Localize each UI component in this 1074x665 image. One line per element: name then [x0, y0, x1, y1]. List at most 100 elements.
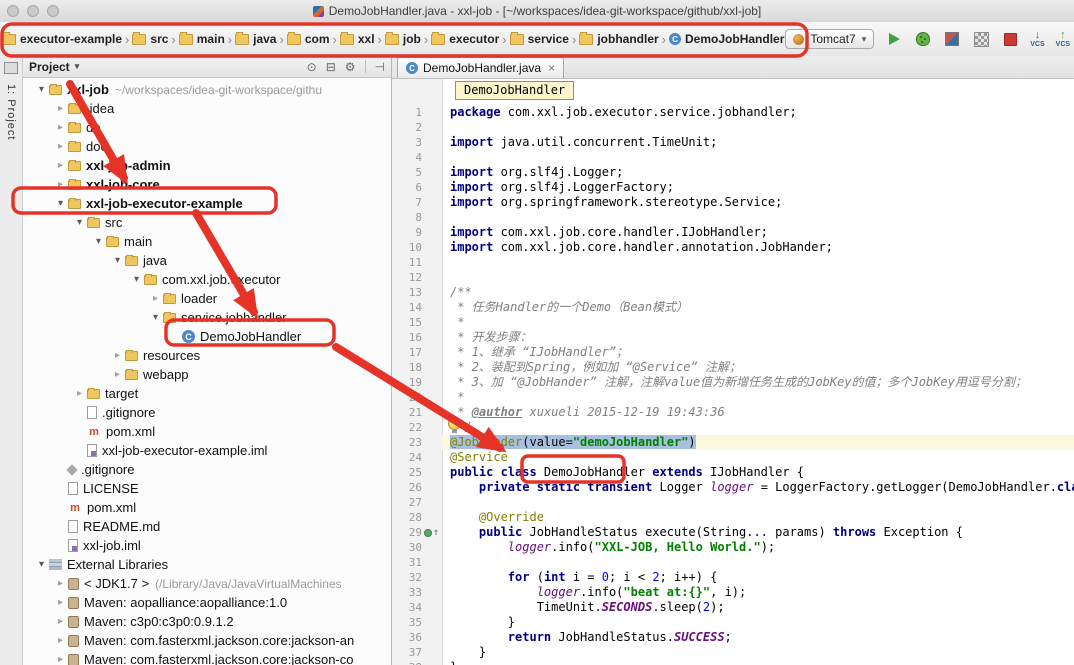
breadcrumb-item-java[interactable]: java: [234, 30, 277, 48]
tree-item-gitignore[interactable]: .gitignore: [23, 403, 391, 422]
code-text[interactable]: logger.info("beat at:{}", i);: [442, 585, 1074, 600]
vcs-update-button[interactable]: ↓ VCS: [1030, 30, 1044, 48]
collapsed-arrow-icon[interactable]: ▸: [54, 635, 67, 646]
breadcrumb-item-com[interactable]: com: [286, 30, 331, 48]
collapsed-arrow-icon[interactable]: ▸: [54, 141, 67, 152]
code-text[interactable]: @Service: [442, 450, 1074, 465]
tree-item-xxl-job-admin[interactable]: ▸xxl-job-admin: [23, 156, 391, 175]
code-text[interactable]: [442, 150, 1074, 165]
code-text[interactable]: @JobHander(value="demoJobHandler"): [442, 435, 1074, 450]
breadcrumb-item-executor-example[interactable]: executor-example: [1, 30, 123, 48]
code-text[interactable]: @Override: [442, 510, 1074, 525]
code-text[interactable]: * @author xuxueli 2015-12-19 19:43:36: [442, 405, 1074, 420]
stop-button[interactable]: [1001, 30, 1019, 48]
tree-item-target[interactable]: ▸target: [23, 384, 391, 403]
tree-item-pom-xml[interactable]: mpom.xml: [23, 422, 391, 441]
code-text[interactable]: * 开发步骤：: [442, 330, 1074, 345]
code-editor[interactable]: 1package com.xxl.job.executor.service.jo…: [392, 79, 1074, 665]
intention-lightbulb-icon[interactable]: [448, 417, 461, 430]
code-text[interactable]: import java.util.concurrent.TimeUnit;: [442, 135, 1074, 150]
tree-item-src[interactable]: ▾src: [23, 213, 391, 232]
code-text[interactable]: public class DemoJobHandler extends IJob…: [442, 465, 1074, 480]
collapsed-arrow-icon[interactable]: ▸: [111, 350, 124, 361]
tree-item-jdk1-7[interactable]: ▸< JDK1.7 >(/Library/Java/JavaVirtualMac…: [23, 574, 391, 593]
expanded-arrow-icon[interactable]: ▾: [92, 236, 105, 247]
tree-item-maven-c3p0-c3p0-0-9-1-2[interactable]: ▸Maven: c3p0:c3p0:0.9.1.2: [23, 612, 391, 631]
expanded-arrow-icon[interactable]: ▾: [130, 274, 143, 285]
code-text[interactable]: [442, 555, 1074, 570]
expanded-arrow-icon[interactable]: ▾: [35, 559, 48, 570]
breadcrumb-item-executor[interactable]: executor: [430, 30, 500, 48]
code-text[interactable]: [442, 120, 1074, 135]
collapsed-arrow-icon[interactable]: ▸: [149, 293, 162, 304]
tree-item-idea[interactable]: ▸.idea: [23, 99, 391, 118]
code-text[interactable]: /**: [442, 285, 1074, 300]
expanded-arrow-icon[interactable]: ▾: [111, 255, 124, 266]
tool-window-switcher-icon[interactable]: [4, 62, 18, 74]
code-text[interactable]: * 任务Handler的一个Demo（Bean模式）: [442, 300, 1074, 315]
tree-item-xxl-job-core[interactable]: ▸xxl-job-core: [23, 175, 391, 194]
editor-tab-demojobhandler[interactable]: C DemoJobHandler.java ×: [397, 57, 564, 78]
vcs-commit-button[interactable]: ↑ VCS: [1056, 30, 1070, 48]
tree-item-maven-aopalliance-aopalliance-1-0[interactable]: ▸Maven: aopalliance:aopalliance:1.0: [23, 593, 391, 612]
breadcrumb-item-jobhandler[interactable]: jobhandler: [578, 30, 659, 48]
collapsed-arrow-icon[interactable]: ▸: [54, 654, 67, 665]
implemented-marker-icon[interactable]: [424, 529, 432, 537]
code-text[interactable]: private static transient Logger logger =…: [442, 480, 1074, 495]
code-text[interactable]: return JobHandleStatus.SUCCESS;: [442, 630, 1074, 645]
collapsed-arrow-icon[interactable]: ▸: [54, 160, 67, 171]
code-text[interactable]: * 2、装配到Spring，例如加 “@Service” 注解；: [442, 360, 1074, 375]
code-text[interactable]: package com.xxl.job.executor.service.job…: [442, 105, 1074, 120]
code-text[interactable]: import org.slf4j.Logger;: [442, 165, 1074, 180]
tree-item-db[interactable]: ▸db: [23, 118, 391, 137]
collapsed-arrow-icon[interactable]: ▸: [54, 103, 67, 114]
breadcrumb-item-xxl[interactable]: xxl: [339, 30, 376, 48]
tree-item-service-jobhandler[interactable]: ▾service.jobhandler: [23, 308, 391, 327]
debug-button[interactable]: [914, 30, 932, 48]
code-text[interactable]: *: [442, 390, 1074, 405]
tree-item-xxl-job-executor-example[interactable]: ▾xxl-job-executor-example: [23, 194, 391, 213]
code-text[interactable]: }: [442, 660, 1074, 665]
breadcrumb-item-main[interactable]: main: [178, 30, 226, 48]
tool-window-button-project[interactable]: 1: Project: [5, 84, 17, 140]
code-text[interactable]: TimeUnit.SECONDS.sleep(2);: [442, 600, 1074, 615]
tree-item-readme-md[interactable]: README.md: [23, 517, 391, 536]
override-arrow-icon[interactable]: ↑: [433, 528, 439, 538]
code-text[interactable]: * 1、继承 “IJobHandler”；: [442, 345, 1074, 360]
run-configuration-select[interactable]: Tomcat7 ▾: [785, 29, 874, 49]
expanded-arrow-icon[interactable]: ▾: [73, 217, 86, 228]
code-text[interactable]: * 3、加 “@JobHander” 注解，注解value值为新增任务生成的Jo…: [442, 375, 1074, 390]
breadcrumb-item-service[interactable]: service: [509, 30, 570, 48]
tree-item-license[interactable]: LICENSE: [23, 479, 391, 498]
breadcrumb-item-job[interactable]: job: [384, 30, 422, 48]
code-text[interactable]: *: [442, 315, 1074, 330]
tab-close-icon[interactable]: ×: [546, 61, 555, 75]
scroll-to-source-icon[interactable]: ⊙: [307, 60, 317, 74]
code-text[interactable]: for (int i = 0; i < 2; i++) {: [442, 570, 1074, 585]
tree-item-gitignore[interactable]: .gitignore: [23, 460, 391, 479]
tree-item-xxl-job-executor-example-iml[interactable]: xxl-job-executor-example.iml: [23, 441, 391, 460]
code-text[interactable]: }: [442, 645, 1074, 660]
collapsed-arrow-icon[interactable]: ▸: [54, 578, 67, 589]
tree-item-loader[interactable]: ▸loader: [23, 289, 391, 308]
code-text[interactable]: import org.slf4j.LoggerFactory;: [442, 180, 1074, 195]
code-text[interactable]: }: [442, 615, 1074, 630]
collapsed-arrow-icon[interactable]: ▸: [111, 369, 124, 380]
settings-gear-icon[interactable]: ⚙: [345, 60, 356, 74]
code-text[interactable]: import com.xxl.job.core.handler.annotati…: [442, 240, 1074, 255]
expanded-arrow-icon[interactable]: ▾: [54, 198, 67, 209]
run-button[interactable]: [885, 30, 903, 48]
tree-item-xxl-job[interactable]: ▾xxl-job~/workspaces/idea-git-workspace/…: [23, 80, 391, 99]
collapse-all-icon[interactable]: ⊟: [326, 60, 336, 74]
tree-item-demojobhandler[interactable]: CDemoJobHandler: [23, 327, 391, 346]
breadcrumb-item-src[interactable]: src: [131, 30, 169, 48]
expanded-arrow-icon[interactable]: ▾: [149, 312, 162, 323]
tree-item-java[interactable]: ▾java: [23, 251, 391, 270]
tree-item-main[interactable]: ▾main: [23, 232, 391, 251]
code-text[interactable]: public JobHandleStatus execute(String...…: [442, 525, 1074, 540]
tree-item-resources[interactable]: ▸resources: [23, 346, 391, 365]
tree-item-webapp[interactable]: ▸webapp: [23, 365, 391, 384]
collapsed-arrow-icon[interactable]: ▸: [54, 179, 67, 190]
code-text[interactable]: [442, 255, 1074, 270]
tree-item-doc[interactable]: ▸doc: [23, 137, 391, 156]
